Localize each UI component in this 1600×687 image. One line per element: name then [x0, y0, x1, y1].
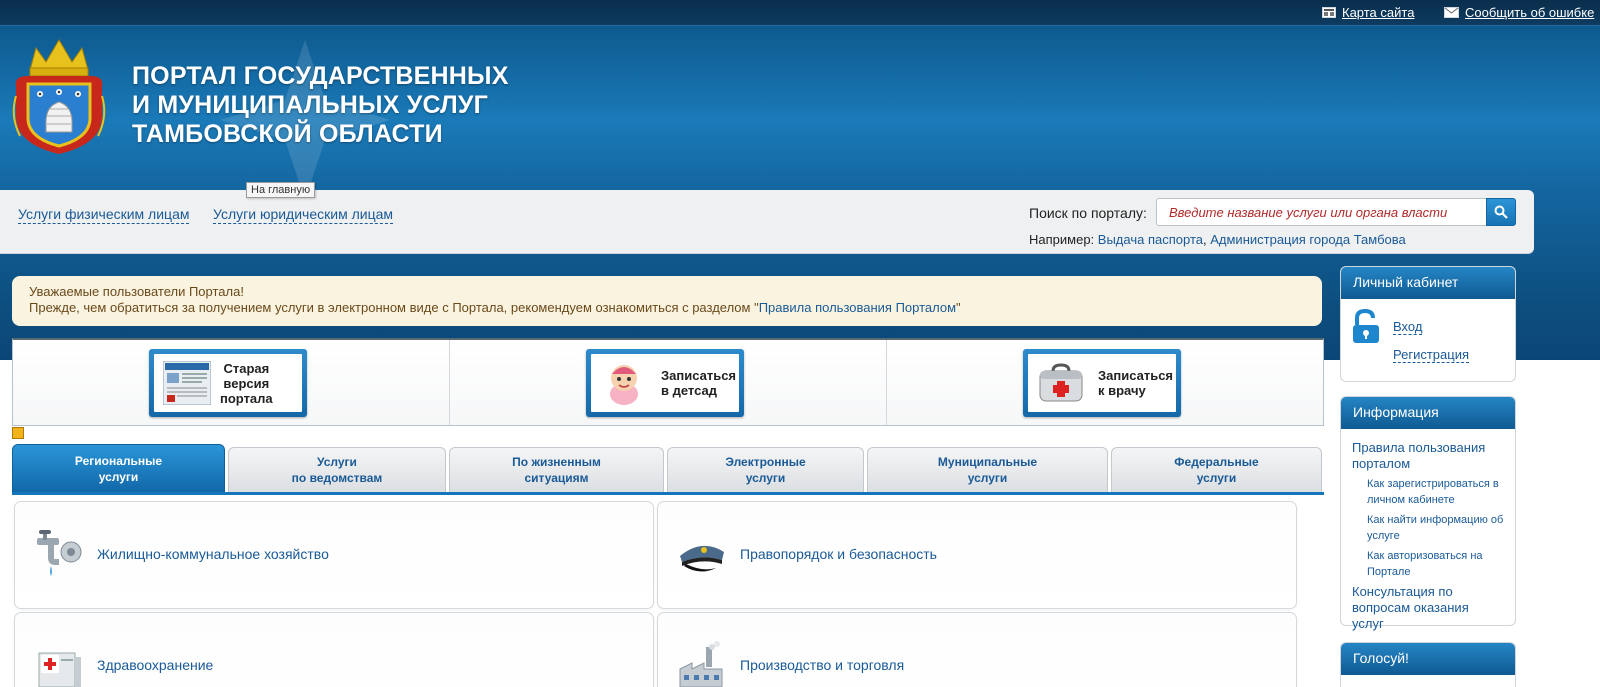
report-error-label: Сообщить об ошибке: [1465, 5, 1595, 20]
tab-regional[interactable]: Региональные услуги: [12, 444, 225, 492]
notice-quote: ": [956, 300, 961, 315]
medical-bag-icon: [1034, 359, 1088, 407]
register-link[interactable]: Регистрация: [1393, 347, 1469, 363]
kindergarten-button[interactable]: Записаться в детсад: [586, 349, 744, 417]
info-how-register-link[interactable]: Как зарегистрироваться в личном кабинете: [1367, 476, 1504, 508]
notice-line-2: Прежде, чем обратиться за получением усл…: [29, 300, 1305, 316]
kindergarten-label: Записаться в детсад: [661, 368, 736, 398]
user-notice: Уважаемые пользователи Портала! Прежде, …: [12, 276, 1322, 326]
info-rules-link[interactable]: Правила пользования порталом: [1352, 440, 1504, 472]
top-bar: Карта сайта Сообщить об ошибке: [0, 0, 1600, 26]
tab-electronic[interactable]: Электронные услуги: [667, 447, 864, 492]
baby-icon: [597, 359, 651, 407]
nav-individuals-link[interactable]: Услуги физическим лицам: [18, 206, 190, 224]
banner-cell-doctor: Записаться к врачу: [887, 340, 1323, 425]
banner-line: версия: [223, 375, 270, 391]
tab-label: Федеральные: [1174, 455, 1259, 469]
tambov-emblem-icon[interactable]: [10, 36, 108, 156]
info-how-authorize-link[interactable]: Как авторизоваться на Портале: [1367, 548, 1504, 580]
banner-row: Старая версия портала Записаться в детса…: [12, 338, 1324, 426]
first-aid-kit-icon: [38, 652, 81, 687]
search-input[interactable]: [1156, 198, 1488, 226]
title-line-3: ТАМБОВСКОЙ ОБЛАСТИ: [132, 120, 443, 148]
tab-label: услуги: [1196, 471, 1237, 485]
envelope-icon: [1444, 7, 1459, 18]
tab-label: услуги: [967, 471, 1008, 485]
notice-line-1: Уважаемые пользователи Портала!: [29, 284, 244, 299]
tab-municipal[interactable]: Муниципальные услуги: [867, 447, 1108, 492]
portal-title[interactable]: ПОРТАЛ ГОСУДАРСТВЕННЫХ И МУНИЦИПАЛЬНЫХ У…: [132, 62, 509, 149]
tab-label: ситуациям: [524, 471, 589, 485]
information-title: Информация: [1341, 397, 1515, 429]
title-line-1: ПОРТАЛ ГОСУДАРСТВЕННЫХ: [132, 62, 509, 90]
police-cap-icon: [680, 545, 724, 572]
banner-line: Старая: [223, 360, 270, 376]
example-separator: ,: [1202, 232, 1207, 247]
search-example: Например: Выдача паспорта, Администрация…: [1029, 232, 1406, 247]
nav-search-strip: Услуги физическим лицам Услуги юридическ…: [0, 190, 1534, 254]
old-portal-thumbnail-icon: [160, 359, 214, 407]
tab-by-department[interactable]: Услуги по ведомствам: [228, 447, 446, 492]
tab-underline: [12, 492, 1324, 495]
example-passport-link[interactable]: Выдача паспорта: [1098, 232, 1203, 247]
water-tap-icon: [37, 530, 82, 576]
home-tooltip: На главную: [246, 182, 316, 198]
doctor-label: Записаться к врачу: [1098, 368, 1173, 398]
title-line-2: И МУНИЦИПАЛЬНЫХ УСЛУГ: [132, 91, 488, 119]
notice-text: Прежде, чем обратиться за получением усл…: [29, 300, 759, 315]
category-production[interactable]: Производство и торговля: [657, 612, 1297, 687]
tab-label: Муниципальные: [937, 455, 1038, 469]
example-administration-link[interactable]: Администрация города Тамбова: [1210, 232, 1406, 247]
sitemap-icon: [1322, 7, 1336, 18]
category-label: Жилищно-коммунальное хозяйство: [97, 546, 329, 562]
banner-cell-kindergarten: Записаться в детсад: [450, 340, 887, 425]
vote-title: Голосуй!: [1341, 643, 1515, 675]
banner-line: Записаться: [1098, 368, 1174, 383]
category-health[interactable]: Здравоохранение: [14, 612, 654, 687]
category-law-order[interactable]: Правопорядок и безопасность: [657, 501, 1297, 609]
tab-label: услуги: [745, 471, 786, 485]
unlock-icon: [1353, 309, 1379, 343]
tab-label: услуги: [98, 469, 139, 484]
old-portal-label: Старая версия портала: [220, 361, 273, 406]
tab-label: Электронные: [725, 455, 806, 469]
example-prefix: Например:: [1029, 232, 1095, 247]
site-map-link[interactable]: Карта сайта: [1322, 5, 1414, 20]
report-error-link[interactable]: Сообщить об ошибке: [1444, 5, 1594, 20]
info-how-find-link[interactable]: Как найти информацию об услуге: [1367, 512, 1504, 544]
information-panel: Информация Правила пользования порталом …: [1340, 396, 1516, 631]
doctor-button[interactable]: Записаться к врачу: [1023, 349, 1181, 417]
banner-line: Записаться: [661, 368, 737, 383]
search-label: Поиск по порталу:: [1029, 205, 1147, 221]
search-button[interactable]: [1486, 198, 1516, 226]
tab-label: Региональные: [74, 453, 163, 468]
tab-label: По жизненным: [512, 455, 601, 469]
info-consultation-link[interactable]: Консультация по вопросам оказания услуг: [1352, 584, 1504, 632]
factory-icon: [679, 641, 723, 687]
tab-life-situations[interactable]: По жизненным ситуациям: [449, 447, 664, 492]
old-portal-button[interactable]: Старая версия портала: [149, 349, 307, 417]
rules-link[interactable]: Правила пользования Порталом: [759, 300, 956, 315]
search-icon: [1494, 205, 1508, 219]
banner-cell-old-portal: Старая версия портала: [13, 340, 450, 425]
category-label: Правопорядок и безопасность: [740, 546, 937, 562]
vote-panel: Голосуй!: [1340, 642, 1516, 687]
banner-line: портала: [220, 390, 273, 406]
category-housing[interactable]: Жилищно-коммунальное хозяйство: [14, 501, 654, 609]
site-map-label: Карта сайта: [1342, 5, 1415, 20]
banner-line: к врачу: [1098, 383, 1146, 398]
nav-legal-link[interactable]: Услуги юридическим лицам: [213, 206, 393, 224]
personal-cabinet-panel: Личный кабинет Вход Регистрация: [1340, 266, 1516, 382]
category-label: Здравоохранение: [97, 657, 214, 673]
personal-cabinet-title: Личный кабинет: [1341, 267, 1515, 299]
tab-label: Услуги: [317, 455, 357, 469]
tab-federal[interactable]: Федеральные услуги: [1111, 447, 1322, 492]
category-label: Производство и торговля: [740, 657, 905, 673]
tab-label: по ведомствам: [291, 471, 383, 485]
expand-corner-icon[interactable]: [12, 427, 24, 439]
banner-line: в детсад: [661, 383, 717, 398]
login-link[interactable]: Вход: [1393, 319, 1423, 335]
service-tabs: Региональные услуги Услуги по ведомствам П…: [12, 444, 1324, 492]
